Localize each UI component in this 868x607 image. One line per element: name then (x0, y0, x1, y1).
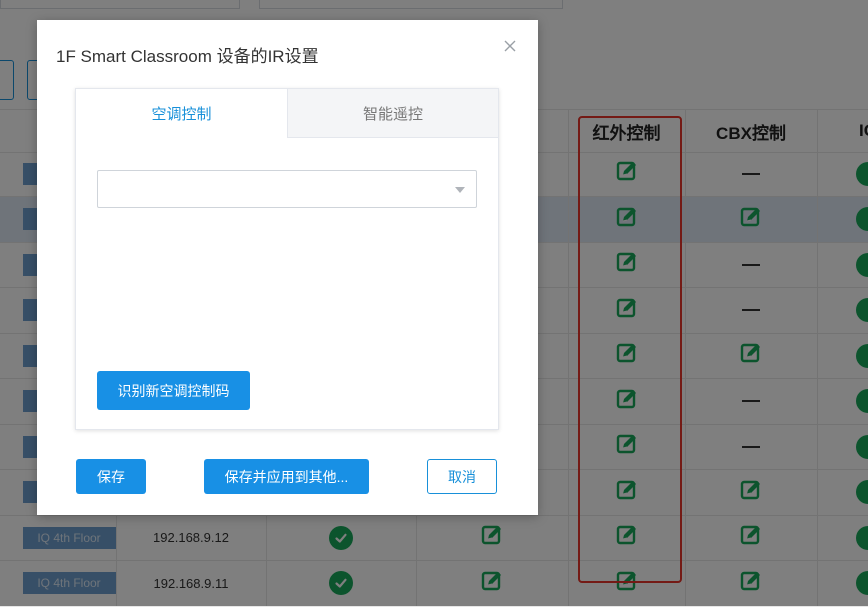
learn-new-ac-code-button[interactable]: 识别新空调控制码 (97, 371, 250, 410)
tab-ac-control[interactable]: 空调控制 (76, 89, 287, 138)
settings-panel: 空调控制 智能遥控 识别新空调控制码 (75, 88, 499, 430)
chevron-down-icon (455, 187, 465, 193)
save-button[interactable]: 保存 (76, 459, 146, 494)
dialog-title: 1F Smart Classroom 设备的IR设置 (56, 47, 319, 66)
ac-code-select[interactable] (97, 170, 477, 208)
cancel-button[interactable]: 取消 (427, 459, 497, 494)
ir-settings-dialog: 1F Smart Classroom 设备的IR设置 空调控制 智能遥控 识别新… (37, 20, 538, 515)
tab-smart-remote[interactable]: 智能遥控 (287, 89, 498, 138)
close-icon[interactable] (502, 38, 518, 54)
save-and-apply-button[interactable]: 保存并应用到其他... (204, 459, 369, 494)
